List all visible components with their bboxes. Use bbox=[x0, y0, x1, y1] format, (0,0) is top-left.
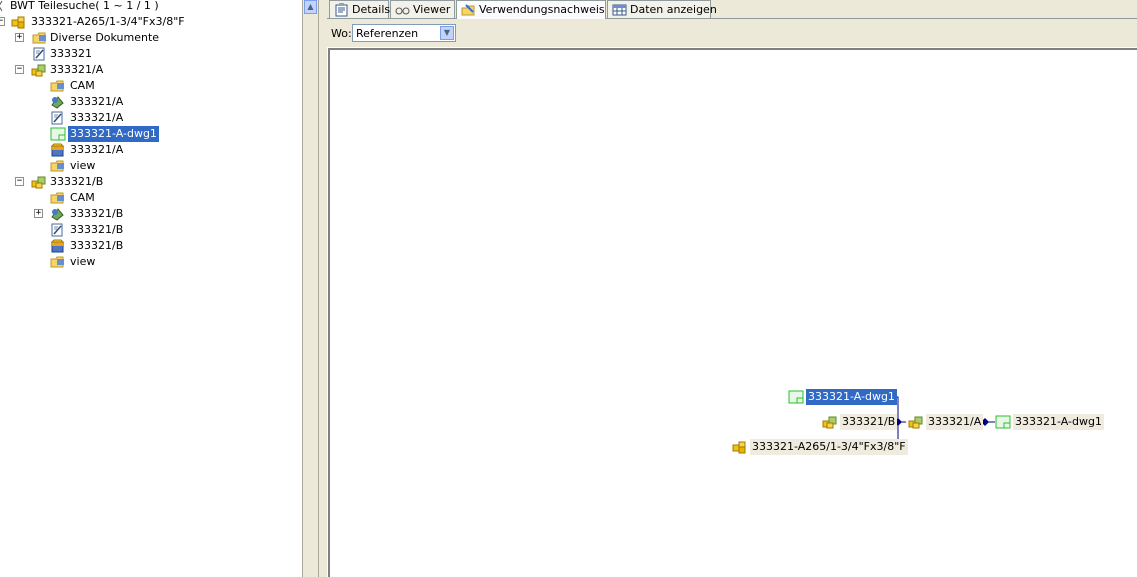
cad-model-icon bbox=[51, 208, 64, 221]
collapse-icon[interactable]: − bbox=[15, 177, 24, 186]
folder-icon bbox=[50, 192, 64, 204]
glasses-icon bbox=[395, 7, 410, 15]
tree-item-label: 333321/A bbox=[70, 111, 124, 124]
collapse-icon[interactable]: − bbox=[0, 17, 5, 26]
tab-label: Details bbox=[352, 3, 391, 16]
document-edit-icon bbox=[51, 223, 63, 237]
tree-item-label: Diverse Dokumente bbox=[50, 31, 160, 44]
tree-item-label: 333321-A265/1-3/4"Fx3/8"F bbox=[31, 15, 185, 28]
folder-icon bbox=[50, 80, 64, 92]
where-used-toolbar: Wo: Referenzen ▼ bbox=[327, 19, 1137, 47]
expand-icon[interactable]: + bbox=[34, 209, 43, 218]
graph-node-label: 333321-A265/1-3/4"Fx3/8"F bbox=[750, 439, 908, 455]
tree-item-label: view bbox=[70, 159, 96, 172]
graph-node-label: 333321/B bbox=[840, 414, 898, 430]
panel-edge bbox=[319, 0, 327, 577]
chevron-down-icon[interactable]: ▼ bbox=[440, 26, 454, 40]
tab-label: Viewer bbox=[413, 3, 451, 16]
drawing-icon bbox=[50, 127, 66, 141]
scroll-up-button[interactable]: ▲ bbox=[304, 0, 317, 14]
tree-item-label: view bbox=[70, 255, 96, 268]
assembly-icon bbox=[11, 16, 25, 29]
where-used-graph-canvas[interactable] bbox=[328, 48, 1137, 577]
tree-item-label: 333321/A bbox=[70, 95, 124, 108]
package-icon bbox=[50, 239, 65, 253]
graph-node-label-selected: 333321-A-dwg1 bbox=[806, 389, 897, 405]
wo-dropdown-value: Referenzen bbox=[356, 27, 419, 40]
document-edit-icon bbox=[33, 47, 45, 61]
tree-item-label-selected: 333321-A-dwg1 bbox=[68, 126, 159, 142]
tree-item-label: CAM bbox=[70, 191, 95, 204]
collapse-icon[interactable]: − bbox=[15, 65, 24, 74]
folder-icon bbox=[50, 160, 64, 172]
tree-root-label: BWT Teilesuche( 1 ~ 1 / 1 ) bbox=[10, 0, 159, 12]
part-revision-icon bbox=[31, 64, 46, 77]
wo-label: Wo: bbox=[331, 27, 352, 40]
part-revision-icon bbox=[822, 416, 837, 429]
tree-item-label: CAM bbox=[70, 79, 95, 92]
tab-bar: Details Viewer Verwendungsnachweis Daten… bbox=[327, 0, 1137, 19]
panel-splitter[interactable]: ▲ bbox=[302, 0, 319, 577]
tree-item-label: 333321/B bbox=[70, 207, 124, 220]
search-tree-icon bbox=[0, 0, 3, 12]
cad-model-icon bbox=[51, 96, 64, 109]
part-revision-icon bbox=[908, 416, 923, 429]
drawing-icon bbox=[788, 390, 804, 404]
graph-node-label: 333321-A-dwg1 bbox=[1013, 414, 1104, 430]
wo-dropdown[interactable]: Referenzen ▼ bbox=[352, 24, 456, 42]
tab-verwendungsnachweis[interactable]: Verwendungsnachweis bbox=[456, 0, 606, 19]
expand-icon[interactable]: + bbox=[15, 33, 24, 42]
table-icon bbox=[612, 4, 627, 16]
tree-item-label: 333321/A bbox=[70, 143, 124, 156]
part-revision-icon bbox=[31, 176, 46, 189]
tree-item-label: 333321 bbox=[50, 47, 92, 60]
tree-item-label: 333321/B bbox=[70, 223, 124, 236]
tab-label: Verwendungsnachweis bbox=[479, 3, 605, 16]
graph-node-label: 333321/A bbox=[926, 414, 984, 430]
assembly-icon bbox=[732, 441, 746, 454]
package-icon bbox=[50, 143, 65, 157]
tree-item-label: 333321/B bbox=[50, 175, 104, 188]
tab-viewer[interactable]: Viewer bbox=[390, 0, 455, 18]
details-icon bbox=[335, 3, 348, 17]
tree-item-label: 333321/B bbox=[70, 239, 124, 252]
where-used-icon bbox=[461, 4, 475, 16]
drawing-icon bbox=[995, 415, 1011, 429]
tab-daten-anzeigen[interactable]: Daten anzeigen bbox=[607, 0, 717, 18]
folder-icon bbox=[32, 32, 46, 44]
part-tree-panel: BWT Teilesuche( 1 ~ 1 / 1 ) − 333321-A26… bbox=[0, 0, 302, 577]
tab-label: Daten anzeigen bbox=[630, 3, 717, 16]
document-edit-icon bbox=[51, 111, 63, 125]
tree-item-label: 333321/A bbox=[50, 63, 104, 76]
folder-icon bbox=[50, 256, 64, 268]
tab-details[interactable]: Details bbox=[329, 0, 391, 18]
